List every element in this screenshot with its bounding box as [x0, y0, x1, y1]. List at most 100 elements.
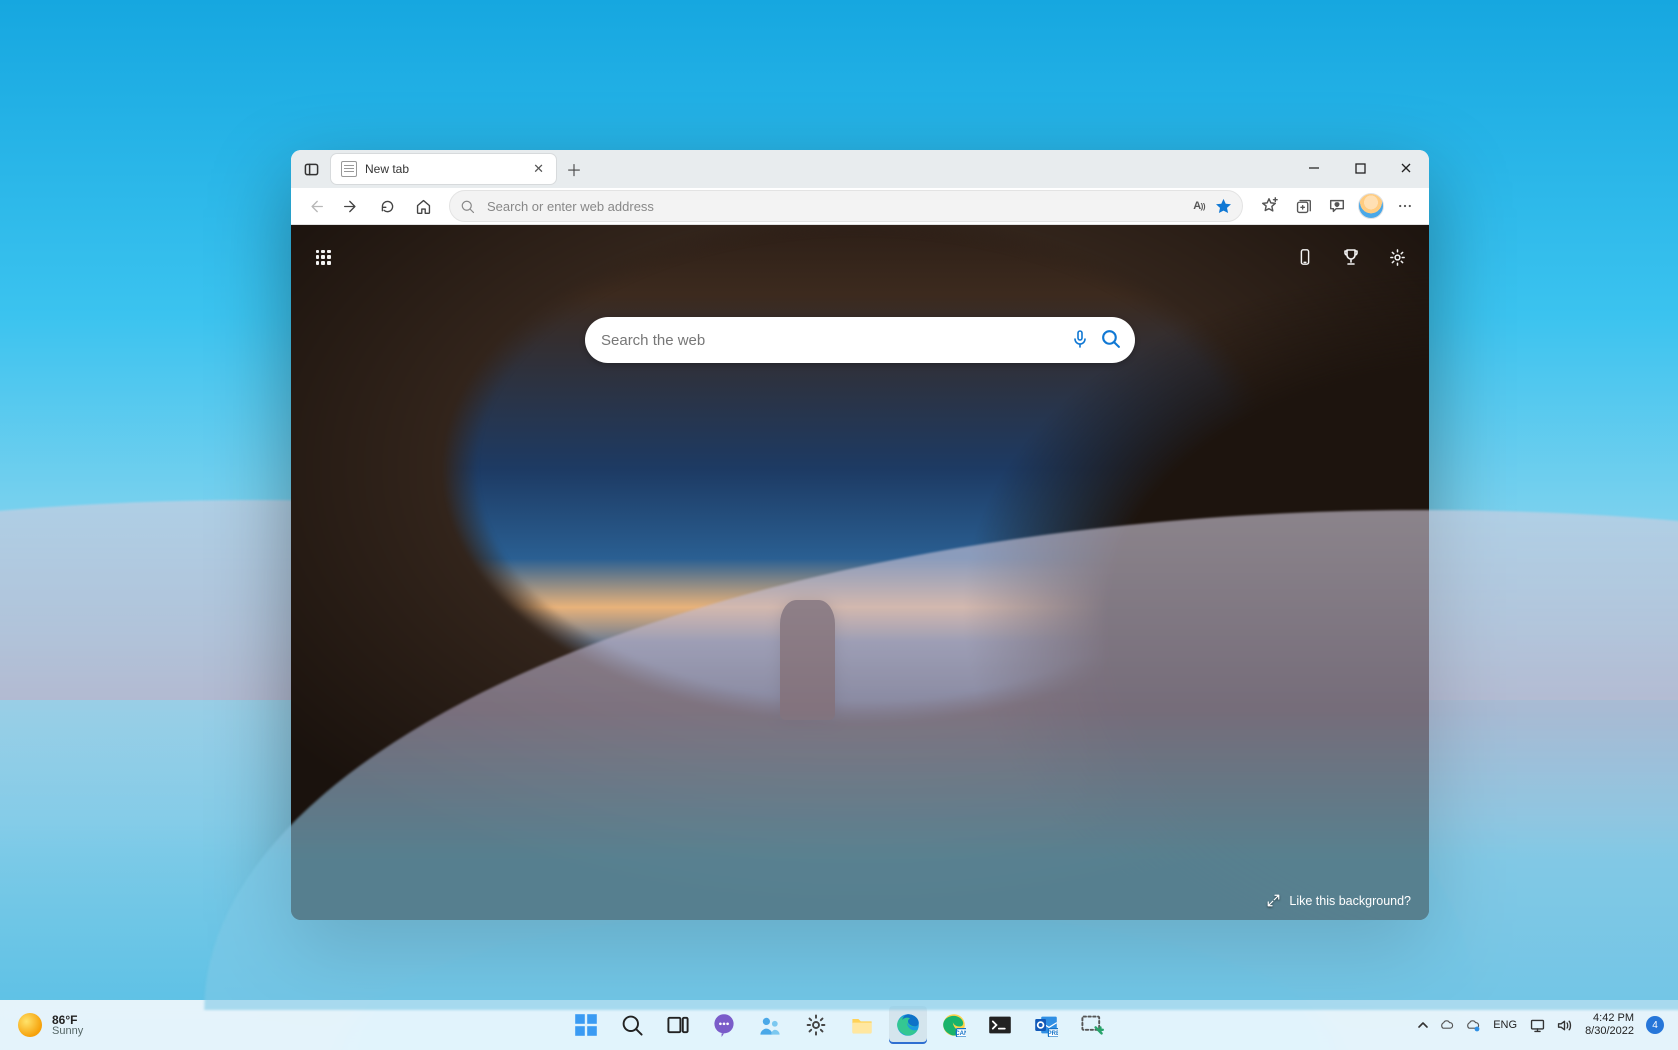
read-aloud-button[interactable]: A)) [1193, 191, 1205, 221]
taskbar-file-explorer[interactable] [843, 1006, 881, 1044]
microphone-icon [1070, 329, 1090, 349]
ellipsis-icon [1397, 198, 1413, 214]
weather-condition: Sunny [52, 1025, 83, 1037]
task-view-button[interactable] [659, 1006, 697, 1044]
tab-close-button[interactable]: ✕ [531, 159, 546, 179]
favorite-star-button[interactable] [1215, 191, 1232, 221]
taskbar-settings[interactable] [797, 1006, 835, 1044]
notifications-badge[interactable]: 4 [1646, 1016, 1664, 1034]
window-maximize-button[interactable] [1337, 150, 1383, 186]
address-bar[interactable]: A)) [449, 190, 1243, 222]
desktop-wallpaper: New tab ✕ ＋ [0, 0, 1678, 1050]
taskbar-edge-browser[interactable] [889, 1006, 927, 1044]
profile-button[interactable] [1355, 191, 1387, 221]
taskbar-pinned-apps: CAN PRE [567, 1006, 1111, 1044]
clock-time: 4:42 PM [1585, 1012, 1634, 1025]
system-tray[interactable] [1417, 1017, 1481, 1033]
chat-heart-icon [1328, 197, 1346, 215]
background-like-prompt[interactable]: Like this background? [1266, 893, 1411, 908]
sidebar-icon [304, 162, 319, 177]
rewards-button[interactable] [1339, 245, 1363, 269]
chat-icon [712, 1013, 736, 1037]
expand-icon [1266, 893, 1281, 908]
browser-essentials-button[interactable] [1321, 191, 1353, 221]
nav-back-button[interactable] [299, 191, 331, 221]
browser-tab[interactable]: New tab ✕ [331, 154, 556, 184]
waffle-icon [316, 250, 331, 265]
input-language[interactable]: ENG [1493, 1019, 1517, 1031]
taskbar-app-people[interactable] [751, 1006, 789, 1044]
mobile-button[interactable] [1293, 245, 1317, 269]
outlook-icon: PRE [1034, 1013, 1058, 1037]
ntp-search-input[interactable] [599, 331, 1060, 350]
onedrive-sync-icon [1465, 1017, 1481, 1033]
tab-strip: New tab ✕ ＋ [291, 150, 1429, 188]
snip-icon [1080, 1013, 1104, 1037]
clock-date: 8/30/2022 [1585, 1025, 1634, 1038]
more-menu-button[interactable] [1389, 191, 1421, 221]
nav-home-button[interactable] [407, 191, 439, 221]
arrow-right-icon [343, 198, 360, 215]
favorites-button[interactable] [1253, 191, 1285, 221]
taskbar-chat[interactable] [705, 1006, 743, 1044]
minimize-icon [1308, 162, 1320, 174]
svg-text:CAN: CAN [955, 1031, 966, 1037]
taskbar-snipping-tool[interactable] [1073, 1006, 1111, 1044]
home-icon [415, 198, 432, 215]
onedrive-icon [1439, 1017, 1455, 1033]
window-close-button[interactable] [1383, 150, 1429, 186]
tab-title: New tab [365, 162, 523, 176]
refresh-icon [379, 198, 396, 215]
taskbar-edge-canary[interactable]: CAN [935, 1006, 973, 1044]
smartphone-icon [1296, 248, 1314, 266]
nav-refresh-button[interactable] [371, 191, 403, 221]
search-icon [620, 1013, 644, 1037]
taskbar-search-button[interactable] [613, 1006, 651, 1044]
new-tab-button[interactable]: ＋ [560, 155, 588, 183]
gear-icon [1388, 248, 1407, 267]
windows-taskbar: 86°F Sunny [0, 1000, 1678, 1050]
taskbar-outlook[interactable]: PRE [1027, 1006, 1065, 1044]
edge-browser-window: New tab ✕ ＋ [291, 150, 1429, 920]
start-button[interactable] [567, 1006, 605, 1044]
search-icon [460, 199, 475, 214]
background-like-text: Like this background? [1289, 894, 1411, 908]
star-plus-icon [1260, 197, 1278, 215]
chevron-up-icon [1417, 1019, 1429, 1031]
close-icon [1400, 162, 1412, 174]
star-filled-icon [1215, 198, 1232, 215]
ntp-top-bar [311, 245, 1409, 269]
wallpaper-water [0, 700, 1678, 1000]
collections-button[interactable] [1287, 191, 1319, 221]
browser-toolbar: A)) [291, 188, 1429, 225]
quick-settings[interactable] [1529, 1017, 1573, 1034]
gear-icon [804, 1013, 828, 1037]
app-launcher-button[interactable] [311, 245, 335, 269]
taskbar-terminal[interactable] [981, 1006, 1019, 1044]
terminal-icon [988, 1013, 1012, 1037]
folder-icon [850, 1013, 874, 1037]
task-view-icon [666, 1013, 690, 1037]
arrow-left-icon [307, 198, 324, 215]
taskbar-clock[interactable]: 4:42 PM 8/30/2022 [1585, 1012, 1634, 1037]
voice-search-button[interactable] [1070, 329, 1090, 352]
trophy-icon [1341, 247, 1361, 267]
avatar-icon [1358, 193, 1384, 219]
new-tab-page: Like this background? [291, 225, 1429, 920]
windows-logo-icon [574, 1013, 598, 1037]
search-icon [1100, 328, 1121, 349]
nav-forward-button[interactable] [335, 191, 367, 221]
tab-actions-button[interactable] [297, 155, 325, 183]
network-icon [1529, 1017, 1546, 1034]
people-icon [758, 1013, 782, 1037]
maximize-icon [1355, 163, 1366, 174]
ntp-search-box[interactable] [585, 317, 1135, 363]
page-settings-button[interactable] [1385, 245, 1409, 269]
svg-text:PRE: PRE [1048, 1031, 1058, 1037]
search-submit-button[interactable] [1100, 328, 1121, 352]
collections-icon [1295, 198, 1312, 215]
address-input[interactable] [485, 198, 1183, 215]
scenery-rock [780, 600, 835, 720]
window-minimize-button[interactable] [1291, 150, 1337, 186]
taskbar-weather-widget[interactable]: 86°F Sunny [0, 1013, 83, 1037]
